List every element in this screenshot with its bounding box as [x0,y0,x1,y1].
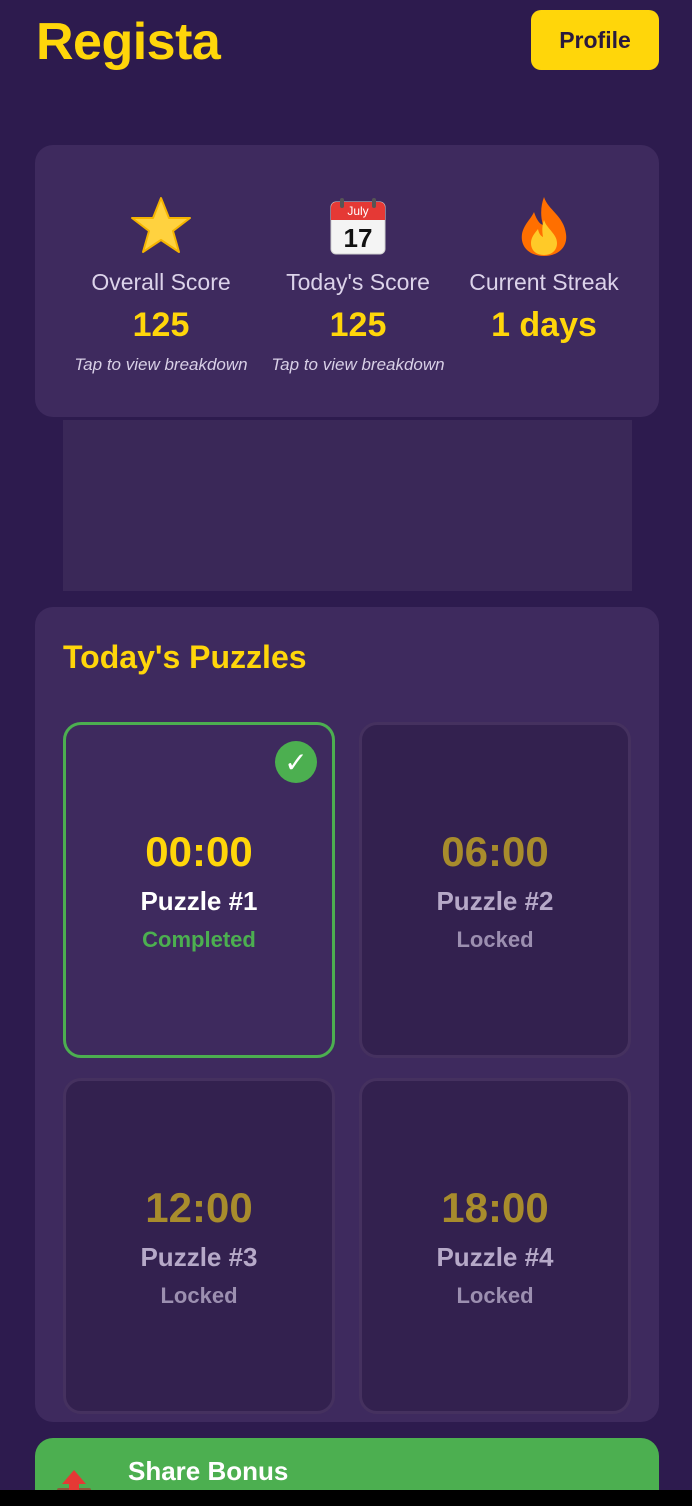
profile-button[interactable]: Profile [531,10,659,70]
puzzle-status: Locked [456,926,534,952]
puzzle-name: Puzzle #3 [140,1241,258,1272]
star-icon [128,193,194,259]
app-title: Regista [36,13,221,71]
puzzles-title: Today's Puzzles [63,639,307,675]
stat-overall-score[interactable]: Overall Score 125 Tap to view breakdown [61,145,261,417]
puzzle-tile-3[interactable]: 12:00 Puzzle #3 Locked [63,1078,335,1414]
app-screen: Regista Profile Overall Score 125 Tap to… [0,0,692,1506]
puzzle-tile-2[interactable]: 06:00 Puzzle #2 Locked [359,722,631,1058]
fire-icon [511,193,577,259]
stat-hint: Tap to view breakdown [74,355,248,374]
stat-hint: Tap to view breakdown [271,355,445,374]
puzzle-status: Completed [142,926,256,952]
stat-value: 1 days [491,306,597,344]
calendar-icon: July 17 [325,193,391,259]
puzzles-card: Today's Puzzles ✓ 00:00 Puzzle #1 Comple… [35,607,659,1422]
puzzle-tile-4[interactable]: 18:00 Puzzle #4 Locked [359,1078,631,1414]
checkmark-icon: ✓ [275,741,317,783]
stat-today-score[interactable]: July 17 Today's Score 125 Tap to view br… [258,145,458,417]
puzzle-time: 06:00 [441,827,549,875]
puzzle-status: Locked [456,1282,534,1308]
puzzle-name: Puzzle #2 [436,885,554,916]
stat-label: Overall Score [91,269,231,295]
stat-label: Current Streak [469,269,619,295]
puzzle-time: 12:00 [145,1183,253,1231]
ad-placeholder [63,420,632,591]
calendar-day: 17 [344,223,373,253]
stat-label: Today's Score [286,269,430,295]
puzzle-name: Puzzle #4 [436,1241,554,1272]
puzzle-time: 00:00 [145,827,253,875]
stats-card: Overall Score 125 Tap to view breakdown … [35,145,659,417]
share-bonus-title: Share Bonus [128,1456,289,1486]
puzzle-status: Locked [160,1282,238,1308]
puzzle-name: Puzzle #1 [140,885,258,916]
stat-current-streak: Current Streak 1 days [444,145,644,417]
calendar-month: July [347,204,368,218]
stat-value: 125 [329,306,387,344]
stat-value: 125 [132,306,190,344]
puzzle-tile-1[interactable]: ✓ 00:00 Puzzle #1 Completed [63,722,335,1058]
puzzle-time: 18:00 [441,1183,549,1231]
system-nav-bar [0,1490,692,1506]
